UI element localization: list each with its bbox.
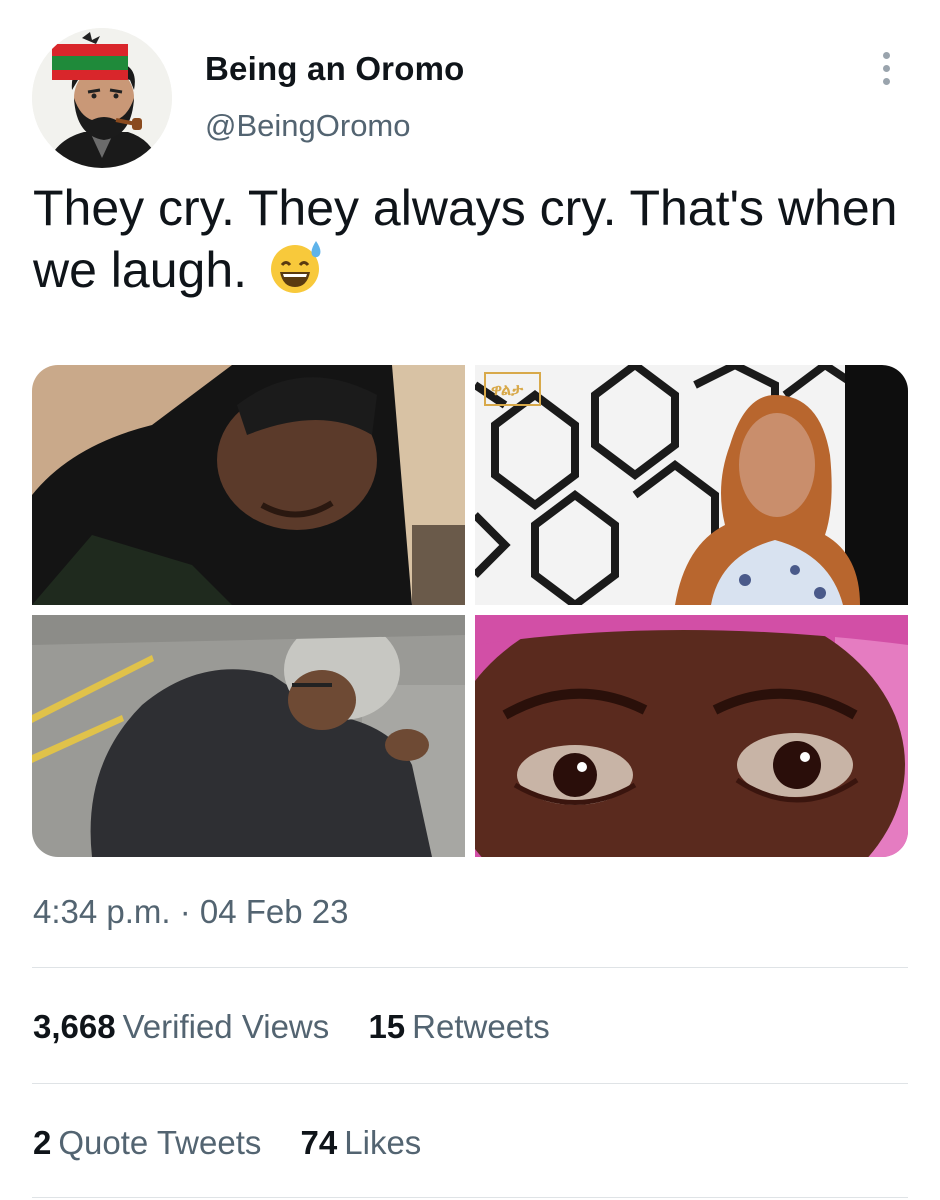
- tweet-text-content: They cry. They always cry. That's when w…: [33, 180, 898, 298]
- likes-stat[interactable]: 74 Likes: [301, 1124, 422, 1162]
- divider: [32, 1083, 908, 1084]
- stats-row-1: 3,668 Verified Views 15 Retweets: [33, 1008, 580, 1046]
- media-image-4[interactable]: [475, 615, 908, 857]
- tweet-text: They cry. They always cry. That's when w…: [33, 178, 913, 309]
- elderly-man-image: [32, 615, 465, 857]
- retweets-count: 15: [368, 1008, 406, 1045]
- tearful-woman-image: ዋልታ: [475, 365, 908, 605]
- quotes-count: 2: [33, 1124, 52, 1161]
- crying-man-image: [32, 365, 465, 605]
- views-stat[interactable]: 3,668 Verified Views: [33, 1008, 329, 1046]
- author-name[interactable]: Being an Oromo: [205, 50, 465, 88]
- likes-label: Likes: [344, 1124, 422, 1161]
- watermark: ዋልታ: [491, 380, 524, 399]
- views-count: 3,668: [33, 1008, 116, 1045]
- more-options-icon[interactable]: [872, 48, 902, 88]
- quotes-label: Quote Tweets: [58, 1124, 262, 1161]
- media-image-3[interactable]: [32, 615, 465, 857]
- media-image-1[interactable]: [32, 365, 465, 605]
- profile-avatar[interactable]: [32, 28, 172, 168]
- avatar-illustration: [32, 28, 172, 168]
- teary-eyes-image: [475, 615, 908, 857]
- quote-tweets-stat[interactable]: 2 Quote Tweets: [33, 1124, 261, 1162]
- author-handle[interactable]: @BeingOromo: [205, 108, 411, 144]
- media-image-2[interactable]: ዋልታ: [475, 365, 908, 605]
- tweet: Being an Oromo @BeingOromo They cry. The…: [0, 0, 940, 1200]
- tweet-timestamp[interactable]: 4:34 p.m. · 04 Feb 23: [33, 893, 349, 931]
- more-dot: [883, 65, 890, 72]
- grinning-face-with-sweat-icon: [269, 239, 325, 309]
- media-grid: ዋልታ: [32, 365, 908, 857]
- views-label: Verified Views: [122, 1008, 330, 1045]
- retweets-label: Retweets: [412, 1008, 550, 1045]
- more-dot: [883, 78, 890, 85]
- stats-row-2: 2 Quote Tweets 74 Likes: [33, 1124, 451, 1162]
- more-dot: [883, 52, 890, 59]
- retweets-stat[interactable]: 15 Retweets: [368, 1008, 549, 1046]
- likes-count: 74: [300, 1124, 338, 1161]
- divider: [32, 1197, 908, 1198]
- divider: [32, 967, 908, 968]
